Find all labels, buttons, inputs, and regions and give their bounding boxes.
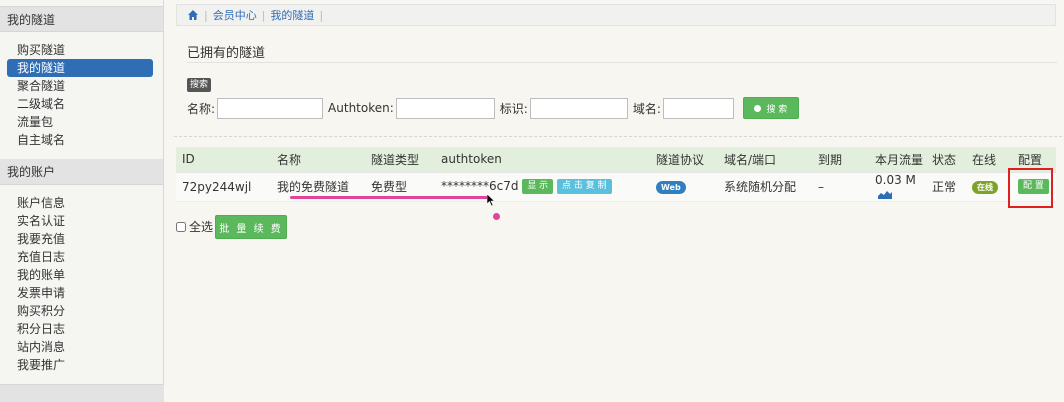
sidebar-item-my-tunnels[interactable]: 我的隧道 [7,59,153,77]
authtoken-input[interactable] [395,97,495,119]
mouse-cursor-icon [487,194,496,207]
search-button-label: 搜 索 [766,104,788,115]
authtoken-value: ********6c7d [441,179,519,193]
sidebar-item-buy-points[interactable]: 购买积分 [7,302,153,320]
domain-input[interactable] [662,97,734,119]
breadcrumb-member-center[interactable]: 会员中心 [213,7,257,23]
annotation-underline [290,196,488,199]
sidebar-item-account-info[interactable]: 账户信息 [7,194,153,212]
sidebar-item-buy-tunnel[interactable]: 购买隧道 [7,41,153,59]
cell-traffic: 0.03 M [869,172,926,202]
table-header-row: ID 名称 隧道类型 authtoken 隧道协议 域名/端口 到期 本月流量 … [176,147,1056,173]
sidebar-header-account: 我的账户 [0,159,163,185]
sidebar-item-recharge[interactable]: 我要充值 [7,230,153,248]
sidebar-item-referral[interactable]: 我要推广 [7,356,153,374]
divider [187,62,1057,63]
identifier-label: 标识: [499,101,528,116]
protocol-badge: Web [656,181,686,194]
cell-status: 正常 [926,172,966,202]
cell-protocol: Web [650,172,718,202]
column-header-type: 隧道类型 [365,147,435,173]
column-header-status: 状态 [926,147,966,173]
sidebar-list-tunnels: 购买隧道 我的隧道 聚合隧道 二级域名 流量包 自主域名 [0,32,163,159]
column-header-name: 名称 [271,147,365,173]
column-header-protocol: 隧道协议 [650,147,718,173]
search-badge: 搜索 [187,78,212,92]
domain-label: 域名: [632,101,661,116]
sidebar-item-traffic-pack[interactable]: 流量包 [7,113,153,131]
traffic-value: 0.03 M [875,172,916,187]
page-title: 已拥有的隧道 [187,46,266,61]
sidebar-list-account: 账户信息 实名认证 我要充值 充值日志 我的账单 发票申请 购买积分 积分日志 … [0,185,163,384]
column-header-domain: 域名/端口 [718,147,812,173]
sidebar-item-custom-domain[interactable]: 自主域名 [7,131,153,149]
sidebar-item-verification[interactable]: 实名认证 [7,212,153,230]
sidebar-item-aggregate-tunnel[interactable]: 聚合隧道 [7,77,153,95]
breadcrumb-separator: | [319,8,324,22]
search-form: 名称: Authtoken: 标识: 域名: 搜 索 [187,97,799,119]
sidebar-item-invoice[interactable]: 发票申请 [7,284,153,302]
name-label: 名称: [187,101,216,116]
copy-token-button[interactable]: 点 击 复 制 [557,179,612,194]
column-header-authtoken: authtoken [435,147,650,173]
search-button[interactable]: 搜 索 [742,97,799,119]
breadcrumb-separator: | [261,8,266,22]
cell-domain: 系统随机分配 [718,172,812,202]
show-token-button[interactable]: 显 示 [522,179,554,194]
search-icon [754,104,762,112]
area-chart-icon[interactable] [878,189,892,199]
identifier-input[interactable] [529,97,628,119]
breadcrumb: | 会员中心 | 我的隧道 | [176,4,1056,26]
column-header-traffic: 本月流量 [869,147,926,173]
annotation-dot [493,213,500,220]
column-header-id: ID [176,147,271,173]
online-badge: 在线 [972,181,998,194]
sidebar-item-subdomain[interactable]: 二级域名 [7,95,153,113]
select-all-checkbox[interactable] [176,221,186,232]
name-input[interactable] [217,97,324,119]
cell-expire: – [812,172,869,202]
breadcrumb-separator: | [204,8,208,22]
select-all: 全选 [176,218,213,235]
highlight-box [1008,168,1053,208]
divider [174,136,1062,137]
main-content: | 会员中心 | 我的隧道 | 已拥有的隧道 搜索 名称: Authtoken:… [174,0,1064,402]
sidebar-footer [0,384,164,402]
authtoken-label: Authtoken: [328,101,394,115]
batch-renew-button[interactable]: 批 量 续 费 [215,215,287,239]
sidebar-header-tunnels: 我的隧道 [0,6,163,32]
sidebar: 我的隧道 购买隧道 我的隧道 聚合隧道 二级域名 流量包 自主域名 我的账户 账… [0,0,164,402]
sidebar-item-points-log[interactable]: 积分日志 [7,320,153,338]
cell-online: 在线 [966,172,1012,202]
column-header-online: 在线 [966,147,1012,173]
sidebar-item-bills[interactable]: 我的账单 [7,266,153,284]
sidebar-item-messages[interactable]: 站内消息 [7,338,153,356]
cell-id: 72py244wjl [176,172,271,202]
sidebar-item-recharge-log[interactable]: 充值日志 [7,248,153,266]
select-all-label: 全选 [189,220,214,234]
tunnel-table: ID 名称 隧道类型 authtoken 隧道协议 域名/端口 到期 本月流量 … [176,147,1056,202]
breadcrumb-my-tunnels[interactable]: 我的隧道 [270,7,314,23]
home-icon[interactable] [187,9,199,21]
column-header-expire: 到期 [812,147,869,173]
